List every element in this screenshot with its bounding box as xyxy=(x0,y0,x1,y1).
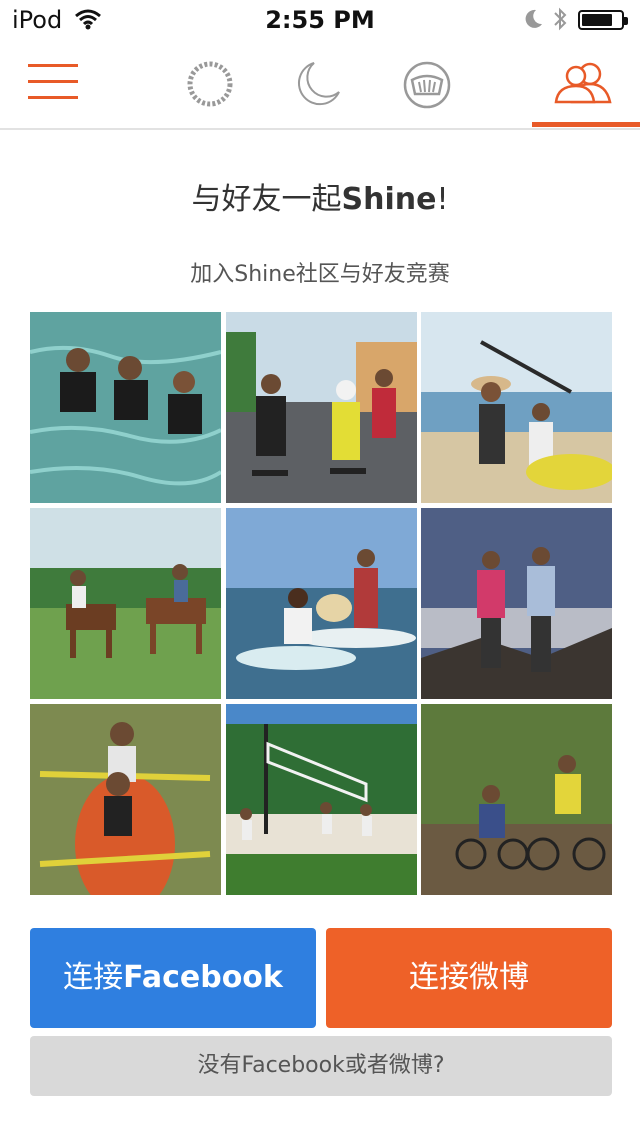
dashboard-gauge-icon[interactable] xyxy=(402,60,452,114)
photo-skateboarders xyxy=(226,312,417,503)
photo-paddleboard-dog xyxy=(226,508,417,699)
photo-mountain-bikers xyxy=(421,704,612,895)
photo-kayak-beach xyxy=(421,312,612,503)
sleep-moon-icon[interactable] xyxy=(294,60,342,112)
photo-grid xyxy=(30,312,612,896)
top-nav xyxy=(0,40,640,130)
activity-ring-icon[interactable] xyxy=(186,60,234,112)
page-title: 与好友一起Shine! xyxy=(191,182,449,217)
moon-icon xyxy=(522,8,544,34)
photo-horse-riders xyxy=(30,508,221,699)
bluetooth-icon xyxy=(552,6,568,36)
clock: 2:55 PM xyxy=(265,6,375,34)
menu-icon[interactable] xyxy=(28,64,78,102)
connect-facebook-button[interactable]: 连接Facebook xyxy=(30,928,316,1028)
photo-hikers-summit xyxy=(421,508,612,699)
photo-kayaking-couple xyxy=(30,704,221,895)
status-bar: iPod 2:55 PM xyxy=(0,0,640,40)
photo-beach-volleyball xyxy=(226,704,417,895)
photo-divers xyxy=(30,312,221,503)
active-tab-indicator xyxy=(532,122,640,127)
friends-icon[interactable] xyxy=(552,60,616,112)
no-account-button[interactable]: 没有Facebook或者微博? xyxy=(30,1036,612,1096)
connect-weibo-button[interactable]: 连接微博 xyxy=(326,928,612,1028)
page-subtitle: 加入Shine社区与好友竞赛 xyxy=(190,262,450,287)
battery-icon xyxy=(578,10,628,30)
